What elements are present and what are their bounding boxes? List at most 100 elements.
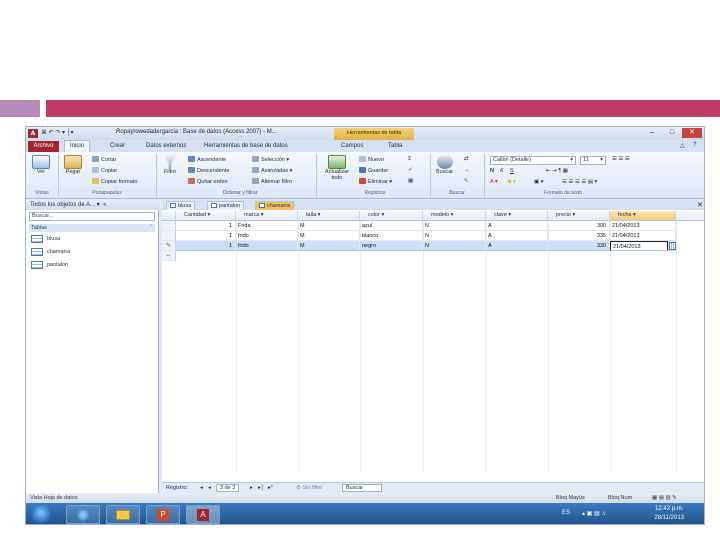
column-header[interactable]: precio ▾ <box>548 211 610 221</box>
powerpoint-taskbar-button[interactable]: P <box>146 505 180 524</box>
nav-item-blusa[interactable]: blusa <box>31 234 60 245</box>
descendente-button[interactable]: Descendente <box>188 167 229 174</box>
alternar-filtro-button[interactable]: Alternar filtro <box>252 178 292 185</box>
prev-record-button[interactable]: ◂ <box>208 483 211 493</box>
tray-icons[interactable]: ▴ ▣ ▤ ♫ <box>582 510 606 517</box>
column-header[interactable]: fecha ▾ <box>610 211 676 221</box>
table-row[interactable]: 1 Frida M azul N A 300 21/04/2013 <box>176 221 676 231</box>
add-field-header[interactable] <box>676 211 704 221</box>
align-icons[interactable]: ☰ ☰ ☰ ☰ ▤ ▾ <box>562 179 597 185</box>
record-search-input[interactable]: Buscar <box>342 484 382 492</box>
buscar-button[interactable]: Buscar <box>436 155 453 175</box>
close-tab-icon[interactable]: ✕ <box>697 201 703 209</box>
next-record-button[interactable]: ▸ <box>250 483 253 493</box>
column-header[interactable]: talla ▾ <box>298 211 360 221</box>
taskbar: P A ES ▴ ▣ ▤ ♫ 12:42 p.m. 28/11/2013 <box>26 503 704 524</box>
eliminar-button[interactable]: Eliminar ▾ <box>359 178 392 185</box>
ascendente-button[interactable]: Ascendente <box>188 156 226 163</box>
nav-item-pantalon[interactable]: pantalon <box>31 260 68 271</box>
language-indicator[interactable]: ES <box>562 510 570 516</box>
group-label-ordenar: Ordenar y filtrar <box>222 190 258 196</box>
table-row[interactable]: 1 frido M blanco N A 335 21/04/2013 <box>176 231 676 241</box>
font-color-icon[interactable]: A ▾ <box>490 179 498 185</box>
record-position-input[interactable]: 3 de 3 <box>216 484 240 492</box>
view-switcher-icons[interactable]: ▦ ▤ ▧ ✎ <box>652 493 677 503</box>
last-record-button[interactable]: ▸│ <box>258 483 264 493</box>
nuevo-button[interactable]: Nuevo <box>359 156 384 163</box>
font-size-select[interactable]: 11 ▾ <box>580 156 606 165</box>
ie-taskbar-button[interactable] <box>66 505 100 524</box>
quitar-orden-button[interactable]: Quitar orden <box>188 178 228 185</box>
tab-inicio[interactable]: Inicio <box>64 140 91 152</box>
nav-pane-header[interactable]: Todos los objetos de A... ▾ « <box>26 200 159 210</box>
filtro-button[interactable]: Filtro <box>163 155 177 175</box>
copiar-button[interactable]: Copiar <box>92 167 117 174</box>
bold-icon[interactable]: N <box>490 168 494 174</box>
doc-tab-pantalon[interactable]: pantalon <box>207 201 245 210</box>
access-logo-icon[interactable]: A <box>28 129 38 138</box>
nav-item-chamarra[interactable]: chamarra <box>31 247 70 258</box>
replace-icon[interactable]: ⇄ <box>464 156 469 162</box>
underline-icon[interactable]: S <box>510 168 514 174</box>
tab-herramientas-bd[interactable]: Herramientas de base de datos <box>204 143 288 149</box>
totals-button[interactable]: Σ <box>408 156 411 162</box>
clock[interactable]: 12:42 p.m. 28/11/2013 <box>654 505 684 523</box>
nav-search-input[interactable]: Buscar... <box>29 212 155 221</box>
editing-pencil-icon[interactable]: ✎ <box>162 241 176 251</box>
column-header[interactable]: Cantidad ▾ <box>176 211 236 221</box>
access-taskbar-button[interactable]: A <box>186 505 220 524</box>
binoculars-icon <box>436 155 453 169</box>
highlight-icon[interactable]: ■ ▾ <box>508 179 516 185</box>
avanzadas-button[interactable]: Avanzadas ▾ <box>252 167 292 174</box>
datasheet-view-icon <box>32 155 50 169</box>
column-header[interactable]: clave ▾ <box>486 211 548 221</box>
quick-access-toolbar[interactable]: ⌘ ↶ ↷ ▾ │▾ <box>41 129 74 136</box>
minimize-button[interactable]: – <box>642 128 662 138</box>
ribbon-collapse-icon[interactable]: △ <box>680 142 685 149</box>
group-label-formato: Formato de texto <box>544 190 582 196</box>
close-button[interactable]: ✕ <box>682 128 702 138</box>
actualizar-todo-button[interactable]: Actualizar todo <box>320 155 354 181</box>
spelling-icon[interactable]: ✓ <box>408 167 413 173</box>
column-header[interactable]: marca ▾ <box>236 211 298 221</box>
calendar-icon[interactable] <box>669 242 676 250</box>
indent-icons[interactable]: ⇤ ⇥ ¶ ▦ <box>546 168 568 174</box>
tab-campos[interactable]: Campos <box>341 143 363 149</box>
tab-tabla[interactable]: Tabla <box>388 143 402 149</box>
doc-tab-blusa[interactable]: blusa <box>166 201 196 210</box>
pegar-button[interactable]: Pegar <box>64 155 82 175</box>
italic-icon[interactable]: K <box>500 168 504 174</box>
tab-archivo[interactable]: Archivo <box>28 141 59 152</box>
nav-section-tablas[interactable]: Tablas ˆ <box>29 224 155 232</box>
start-button[interactable] <box>30 505 52 524</box>
row-selector[interactable] <box>162 221 176 231</box>
cortar-button[interactable]: Cortar <box>92 156 116 163</box>
new-record-nav-button[interactable]: ▸* <box>268 483 273 493</box>
filter-icon: ⚙ <box>296 485 301 491</box>
maximize-button[interactable]: □ <box>662 128 682 138</box>
fill-color-icon[interactable]: ▣ ▾ <box>534 179 544 185</box>
seleccion-button[interactable]: Selección ▾ <box>252 156 289 163</box>
ver-button[interactable]: Ver <box>32 155 50 175</box>
select-icon[interactable]: ↖ <box>464 178 469 184</box>
font-name-select[interactable]: Calibri (Detalle) ▾ <box>490 156 576 165</box>
column-header[interactable]: color ▾ <box>360 211 423 221</box>
table-row-selected[interactable]: 1 frido M negro N A 330 21/04/2013 <box>176 241 676 251</box>
first-record-button[interactable]: ◂ <box>200 483 203 493</box>
more-icon[interactable]: ▦ <box>408 178 413 184</box>
explorer-taskbar-button[interactable] <box>106 505 140 524</box>
filter-status[interactable]: ⚙ Sin filtro <box>296 483 322 493</box>
column-header[interactable]: modelo ▾ <box>423 211 486 221</box>
row-selector[interactable] <box>162 231 176 241</box>
new-row-selector[interactable]: ⇔ <box>162 251 176 261</box>
status-view-label: Vista Hoja de datos <box>30 495 78 501</box>
list-format-icons[interactable]: ☰ ☰ ☰ <box>612 156 630 162</box>
doc-tab-chamarra[interactable]: chamarra <box>255 201 295 210</box>
select-all-corner[interactable] <box>162 211 176 221</box>
tab-datos-externos[interactable]: Datos externos <box>146 143 186 149</box>
help-icon[interactable]: ? <box>693 142 697 148</box>
guardar-button[interactable]: Guardar <box>359 167 388 174</box>
tab-crear[interactable]: Crear <box>110 143 125 149</box>
copiar-formato-button[interactable]: Copiar formato <box>92 178 137 185</box>
goto-icon[interactable]: → <box>464 167 470 173</box>
